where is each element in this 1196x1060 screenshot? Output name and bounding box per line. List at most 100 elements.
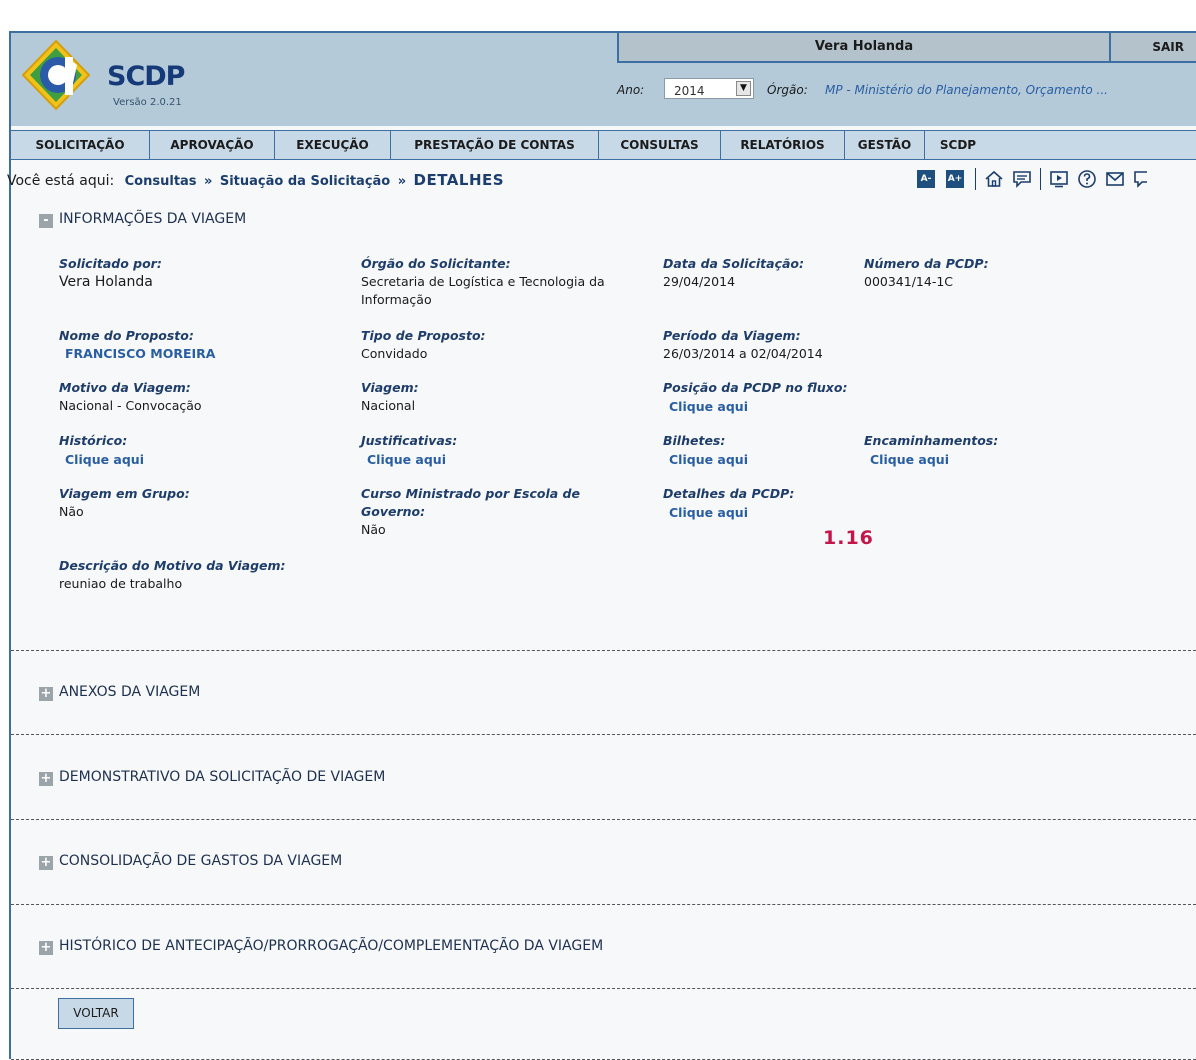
chat-icon[interactable]: [1012, 169, 1032, 189]
field-label: Viagem:: [361, 380, 419, 395]
field-label: Encaminhamentos:: [864, 433, 999, 448]
field-viagem-grupo: Viagem em Grupo: Não: [59, 485, 190, 521]
field-justificativas: Justificativas: Clique aqui: [361, 432, 457, 470]
field-label: Detalhes da PCDP:: [663, 486, 795, 501]
section-demonstrativo[interactable]: + DEMONSTRATIVO DA SOLICITAÇÃO DE VIAGEM: [39, 769, 385, 786]
section-divider: [11, 904, 1196, 905]
orgao-link[interactable]: MP - Ministério do Planejamento, Orçamen…: [825, 83, 1108, 97]
ano-select[interactable]: 2014 ▼: [664, 78, 754, 99]
breadcrumb-separator: »: [397, 174, 407, 189]
ano-label: Ano:: [617, 83, 645, 97]
field-label: Tipo de Proposto:: [361, 328, 486, 343]
expand-icon[interactable]: +: [39, 772, 53, 786]
username: Vera Holanda: [814, 39, 914, 54]
scdp-logo[interactable]: SCDP Versão 2.0.21: [21, 39, 211, 111]
menu-scdp[interactable]: SCDP: [925, 131, 991, 159]
menu-gestao[interactable]: GESTÃO: [845, 131, 925, 159]
encaminhamentos-link[interactable]: Clique aqui: [864, 450, 998, 470]
breadcrumb-situacao[interactable]: Situação da Solicitação: [220, 174, 390, 189]
font-decrease-button[interactable]: A-: [917, 170, 935, 188]
breadcrumb-consultas[interactable]: Consultas: [125, 174, 197, 189]
section-consolidacao-gastos[interactable]: + CONSOLIDAÇÃO DE GASTOS DA VIAGEM: [39, 853, 342, 870]
section-title: HISTÓRICO DE ANTECIPAÇÃO/PRORROGAÇÃO/COM…: [59, 938, 604, 954]
field-value: 000341/14-1C: [864, 274, 954, 289]
field-label: Número da PCDP:: [864, 256, 989, 271]
field-value: Nacional - Convocação: [59, 398, 202, 413]
help-icon[interactable]: [1077, 169, 1097, 189]
section-divider: [11, 819, 1196, 820]
field-label: Bilhetes:: [663, 433, 726, 448]
comment-icon[interactable]: [1133, 169, 1147, 189]
expand-icon[interactable]: +: [39, 687, 53, 701]
field-label: Órgão do Solicitante:: [361, 256, 511, 271]
field-value: Vera Holanda: [59, 274, 153, 290]
field-value: reuniao de trabalho: [59, 576, 183, 591]
mail-icon[interactable]: [1105, 169, 1125, 189]
field-encaminhamentos: Encaminhamentos: Clique aqui: [864, 432, 998, 470]
collapse-icon[interactable]: -: [39, 214, 53, 228]
field-label: Solicitado por:: [59, 256, 162, 271]
field-label: Período da Viagem:: [663, 328, 801, 343]
field-value: Convidado: [361, 346, 428, 361]
section-divider: [11, 650, 1196, 651]
field-descricao-motivo: Descrição do Motivo da Viagem: reuniao d…: [59, 557, 286, 593]
menu-execucao[interactable]: EXECUÇÃO: [275, 131, 391, 159]
chevron-down-icon[interactable]: ▼: [736, 81, 751, 96]
ano-value: 2014: [674, 84, 705, 98]
expand-icon[interactable]: +: [39, 941, 53, 955]
section-title: ANEXOS DA VIAGEM: [59, 684, 201, 700]
field-label: Nome do Proposto:: [59, 328, 194, 343]
field-solicitado-por: Solicitado por: Vera Holanda: [59, 255, 162, 291]
divider: [1040, 168, 1041, 190]
section-informacoes-viagem[interactable]: - INFORMAÇÕES DA VIAGEM: [39, 211, 246, 228]
field-periodo-viagem: Período da Viagem: 26/03/2014 a 02/04/20…: [663, 327, 823, 363]
field-curso-ministrado: Curso Ministrado por Escola de Governo: …: [361, 485, 611, 539]
field-label: Viagem em Grupo:: [59, 486, 190, 501]
field-posicao-pcdp: Posição da PCDP no fluxo: Clique aqui: [663, 379, 847, 417]
menu-consultas[interactable]: CONSULTAS: [599, 131, 721, 159]
field-value: 29/04/2014: [663, 274, 736, 289]
breadcrumb-separator: »: [204, 174, 213, 189]
bilhetes-link[interactable]: Clique aqui: [663, 450, 748, 470]
menu-solicitacao[interactable]: SOLICITAÇÃO: [11, 131, 150, 159]
field-tipo-proposto: Tipo de Proposto: Convidado: [361, 327, 486, 363]
field-numero-pcdp: Número da PCDP: 000341/14-1C: [864, 255, 989, 291]
logout-button[interactable]: SAIR: [1152, 40, 1184, 54]
section-title: DEMONSTRATIVO DA SOLICITAÇÃO DE VIAGEM: [59, 769, 386, 785]
field-data-solicitacao: Data da Solicitação: 29/04/2014: [663, 255, 804, 291]
section-historico-antecipacao[interactable]: + HISTÓRICO DE ANTECIPAÇÃO/PRORROGAÇÃO/CO…: [39, 938, 603, 955]
posicao-pcdp-link[interactable]: Clique aqui: [663, 397, 847, 417]
menu-relatorios[interactable]: RELATÓRIOS: [721, 131, 845, 159]
breadcrumb: Você está aqui: Consultas » Situação da …: [7, 171, 504, 189]
field-value: Não: [59, 504, 84, 519]
field-motivo-viagem: Motivo da Viagem: Nacional - Convocação: [59, 379, 202, 415]
section-divider: [11, 734, 1196, 735]
font-increase-button[interactable]: A+: [946, 170, 964, 188]
expand-icon[interactable]: +: [39, 856, 53, 870]
field-label: Motivo da Viagem:: [59, 380, 191, 395]
menu-aprovacao[interactable]: APROVAÇÃO: [150, 131, 275, 159]
voltar-button[interactable]: VOLTAR: [58, 998, 134, 1029]
field-label: Histórico:: [59, 433, 128, 448]
app-frame: SCDP Versão 2.0.21 Vera Holanda SAIR Ano…: [7, 31, 1196, 1060]
video-icon[interactable]: [1049, 169, 1069, 189]
field-label: Data da Solicitação:: [663, 256, 805, 271]
field-value: Secretaria de Logística e Tecnologia da …: [361, 274, 605, 307]
section-anexos-viagem[interactable]: + ANEXOS DA VIAGEM: [39, 684, 200, 701]
field-orgao-solicitante: Órgão do Solicitante: Secretaria de Logí…: [361, 255, 641, 309]
detalhes-pcdp-link[interactable]: Clique aqui: [663, 503, 794, 523]
menu-prestacao-de-contas[interactable]: PRESTAÇÃO DE CONTAS: [391, 131, 599, 159]
field-historico: Histórico: Clique aqui: [59, 432, 144, 470]
historico-link[interactable]: Clique aqui: [59, 450, 144, 470]
section-divider: [11, 988, 1196, 989]
justificativas-link[interactable]: Clique aqui: [361, 450, 457, 470]
field-value: 26/03/2014 a 02/04/2014: [663, 346, 823, 361]
divider: [975, 168, 976, 190]
annotation-badge: 1.16: [823, 527, 874, 549]
proposto-name-link[interactable]: FRANCISCO MOREIRA: [59, 345, 215, 363]
field-viagem: Viagem: Nacional: [361, 379, 419, 415]
orgao-label: Órgão:: [767, 83, 808, 97]
field-value: Nacional: [361, 398, 416, 413]
user-bar: Vera Holanda SAIR: [617, 33, 1196, 63]
home-icon[interactable]: [984, 169, 1004, 189]
